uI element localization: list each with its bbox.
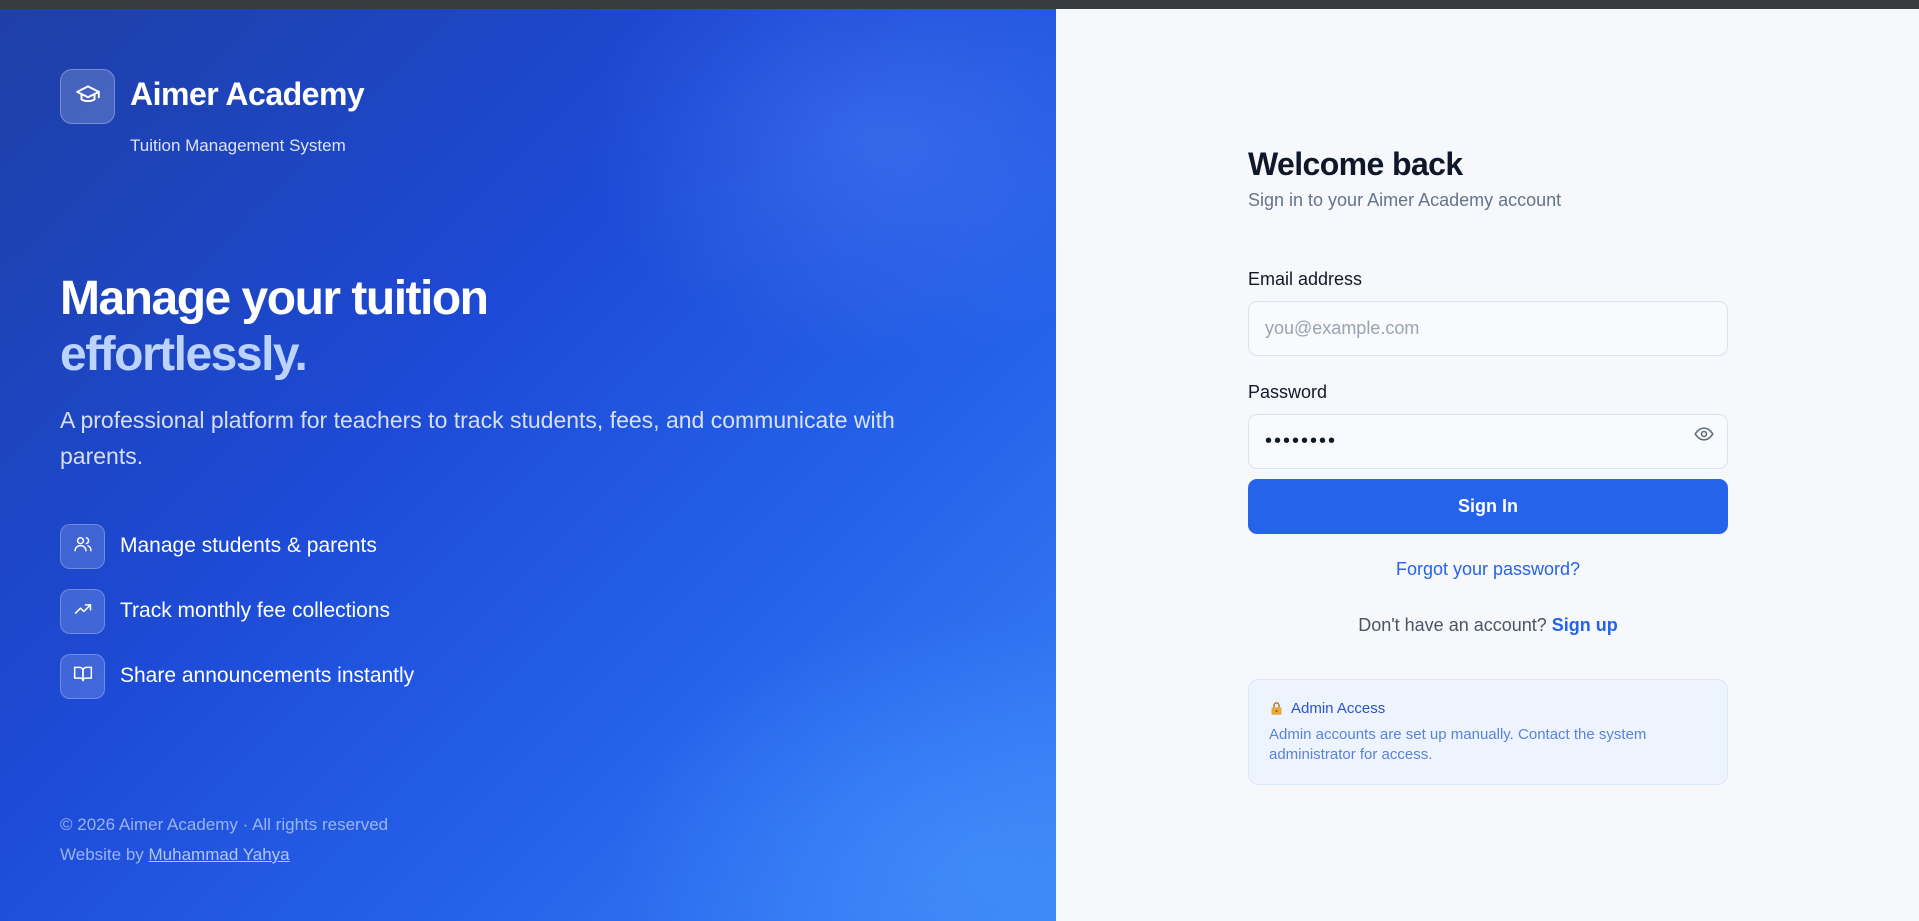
login-panel: Welcome back Sign in to your Aimer Acade… [1056, 9, 1919, 921]
feature-label: Track monthly fee collections [120, 599, 390, 622]
signup-prompt: Don't have an account? Sign up [1248, 615, 1728, 636]
credit-prefix: Website by [60, 845, 144, 864]
hero-description: A professional platform for teachers to … [60, 407, 895, 469]
admin-access-title: Admin Access [1291, 700, 1386, 717]
eye-icon[interactable] [1692, 422, 1716, 446]
password-label: Password [1248, 382, 1328, 402]
trending-up-icon [73, 599, 93, 624]
feature-icon-box [60, 588, 105, 634]
feature-item-fees: Track monthly fee collections [60, 588, 390, 634]
brand-name: Aimer Academy [130, 76, 365, 112]
copyright-text: © 2026 Aimer Academy · All rights reserv… [60, 815, 389, 834]
brand-logo [60, 69, 115, 124]
password-input[interactable] [1248, 414, 1728, 469]
users-icon [73, 534, 93, 559]
forgot-password-link[interactable]: Forgot your password? [1248, 559, 1728, 580]
hero-heading: Manage your tuition effortlessly. [60, 271, 489, 383]
sign-in-button[interactable]: Sign In [1248, 479, 1728, 534]
feature-icon-box [60, 653, 105, 699]
graduation-cap-icon [75, 81, 101, 112]
login-subtitle: Sign in to your Aimer Academy account [1248, 190, 1562, 210]
hero-line-1: Manage your tuition [60, 272, 489, 325]
feature-label: Share announcements instantly [120, 664, 415, 687]
admin-access-description: Admin accounts are set up manually. Cont… [1269, 726, 1647, 763]
feature-item-announcements: Share announcements instantly [60, 653, 414, 699]
admin-access-notice: Admin Access Admin accounts are set up m… [1248, 679, 1728, 785]
email-label: Email address [1248, 269, 1363, 289]
book-open-icon [73, 664, 93, 689]
feature-item-students: Manage students & parents [60, 523, 377, 569]
window-top-bar [0, 0, 1919, 9]
admin-access-title-row: Admin Access [1269, 700, 1707, 717]
feature-icon-box [60, 523, 105, 569]
brand-subtitle: Tuition Management System [130, 136, 346, 155]
login-title: Welcome back [1248, 146, 1463, 182]
lock-icon [1269, 701, 1284, 716]
brand-panel: Aimer Academy Tuition Management System … [0, 9, 1056, 921]
email-input[interactable] [1248, 301, 1728, 356]
no-account-text: Don't have an account? [1358, 615, 1547, 635]
hero-line-2: effortlessly. [60, 328, 308, 381]
credit-line: Website by Muhammad Yahya [60, 845, 290, 865]
sign-up-link[interactable]: Sign up [1552, 615, 1618, 635]
feature-label: Manage students & parents [120, 534, 377, 557]
credit-author-link[interactable]: Muhammad Yahya [149, 845, 290, 864]
